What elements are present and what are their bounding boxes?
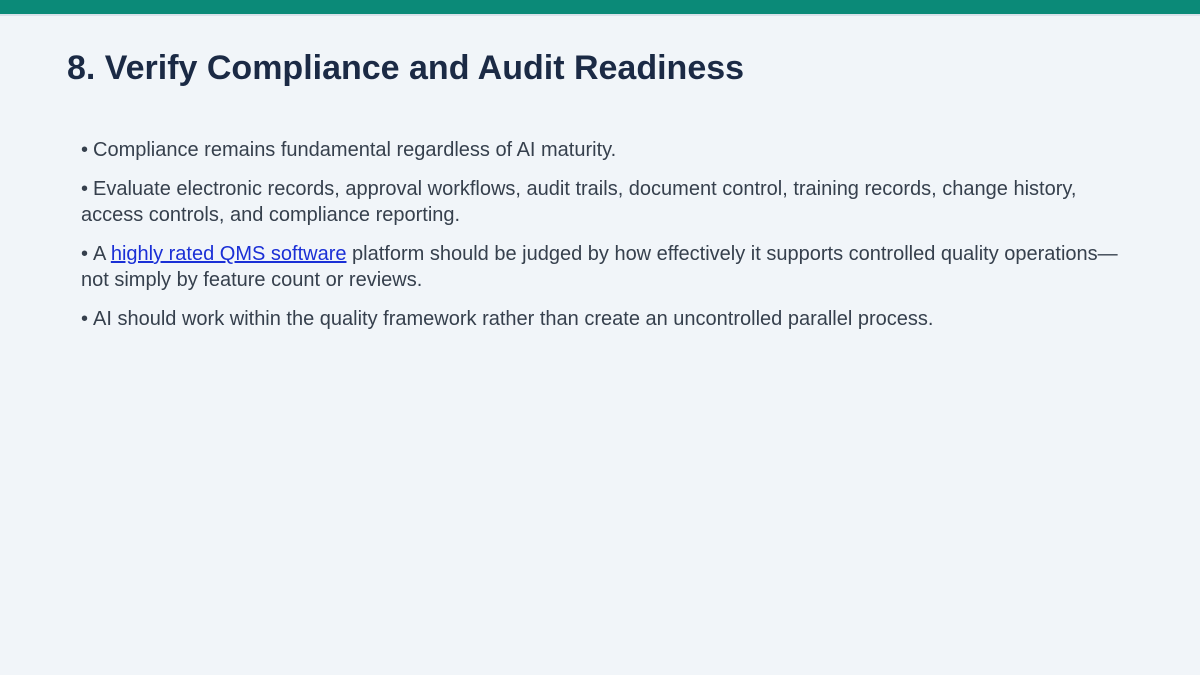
bullet-item: • Compliance remains fundamental regardle… bbox=[81, 137, 1141, 163]
bullet-item: • A highly rated QMS software platform sh… bbox=[81, 241, 1141, 293]
bullet-marker: • bbox=[81, 139, 89, 161]
top-bar-divider bbox=[0, 14, 1200, 16]
bullet-marker: • bbox=[81, 243, 89, 265]
bullet-marker: • bbox=[81, 308, 89, 330]
bullet-text-before-link: A bbox=[93, 243, 106, 265]
slide-title: 8. Verify Compliance and Audit Readiness bbox=[67, 49, 745, 87]
top-accent-bar bbox=[0, 0, 1200, 14]
bullet-item: • Evaluate electronic records, approval w… bbox=[81, 176, 1141, 228]
bullet-item: • AI should work within the quality frame… bbox=[81, 306, 1141, 332]
bullet-marker: • bbox=[81, 178, 89, 200]
bullet-text: Compliance remains fundamental regardles… bbox=[93, 139, 617, 161]
qms-software-link[interactable]: highly rated QMS software bbox=[111, 243, 347, 265]
bullet-text: AI should work within the quality framew… bbox=[93, 308, 934, 330]
bullet-list: • Compliance remains fundamental regardle… bbox=[81, 137, 1141, 345]
bullet-text: Evaluate electronic records, approval wo… bbox=[81, 178, 1077, 226]
slide: 8. Verify Compliance and Audit Readiness… bbox=[0, 0, 1200, 675]
